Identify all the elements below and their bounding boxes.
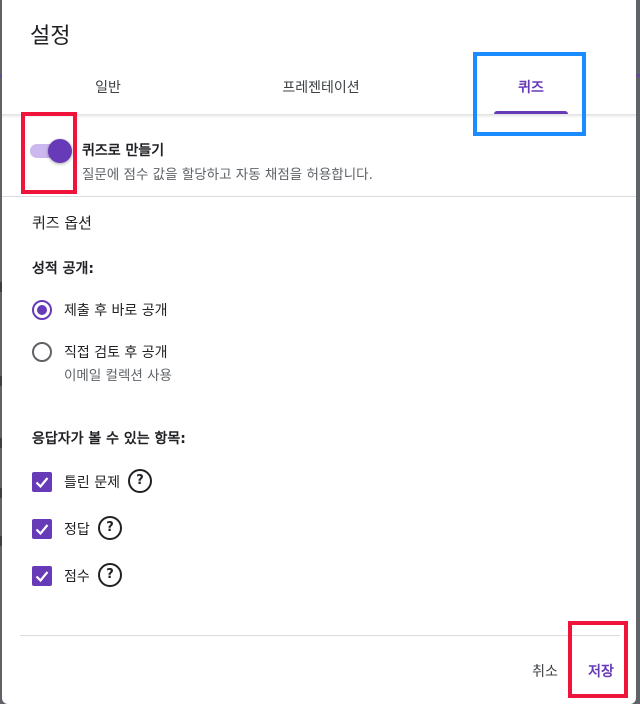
point-values-label: 점수 [64,569,90,585]
checkmark-icon [35,571,49,583]
checkbox-point-values[interactable] [32,566,52,586]
release-immediately-label: 제출 후 바로 공개 [64,303,168,319]
quiz-mode-label: 퀴즈로 만들기 [82,143,165,159]
toggle-thumb [48,139,72,163]
radio-release-manual[interactable] [32,342,52,362]
tab-quiz[interactable]: 퀴즈 [494,62,568,114]
settings-tabs: 일반 프레젠테이션 퀴즈 [2,62,636,114]
grade-release-label: 성적 공개: [32,261,94,277]
quiz-mode-description: 질문에 점수 값을 할당하고 자동 채점을 허용합니다. [82,167,373,183]
checkbox-missed-questions[interactable] [32,472,52,492]
quiz-mode-toggle[interactable] [30,139,72,163]
section-divider [2,196,636,197]
release-manual-sublabel: 이메일 컬렉션 사용 [64,368,172,384]
checkmark-icon [35,524,49,536]
checkmark-icon [35,477,49,489]
settings-dialog: 설정 일반 프레젠테이션 퀴즈 퀴즈로 만들기 질문에 점수 값을 할당하고 자… [2,0,636,704]
tabs-divider [2,114,636,118]
checkbox-correct-answers[interactable] [32,519,52,539]
quiz-options-title: 퀴즈 옵션 [32,214,92,232]
cancel-button[interactable]: 취소 [518,654,572,690]
missed-questions-label: 틀린 문제 [64,475,120,491]
footer-divider [20,635,620,636]
dialog-title: 설정 [30,24,71,49]
correct-answers-label: 정답 [64,522,90,538]
radio-release-immediately[interactable] [32,300,52,320]
respondent-visible-label: 응답자가 볼 수 있는 항목: [32,431,186,447]
tab-presentation[interactable]: 프레젠테이션 [254,62,388,114]
save-button[interactable]: 저장 [576,654,626,690]
help-icon[interactable]: ? [98,563,122,587]
help-icon[interactable]: ? [98,516,122,540]
tab-general[interactable]: 일반 [66,62,150,114]
help-icon[interactable]: ? [128,469,152,493]
release-manual-label: 직접 검토 후 공개 [64,345,168,361]
